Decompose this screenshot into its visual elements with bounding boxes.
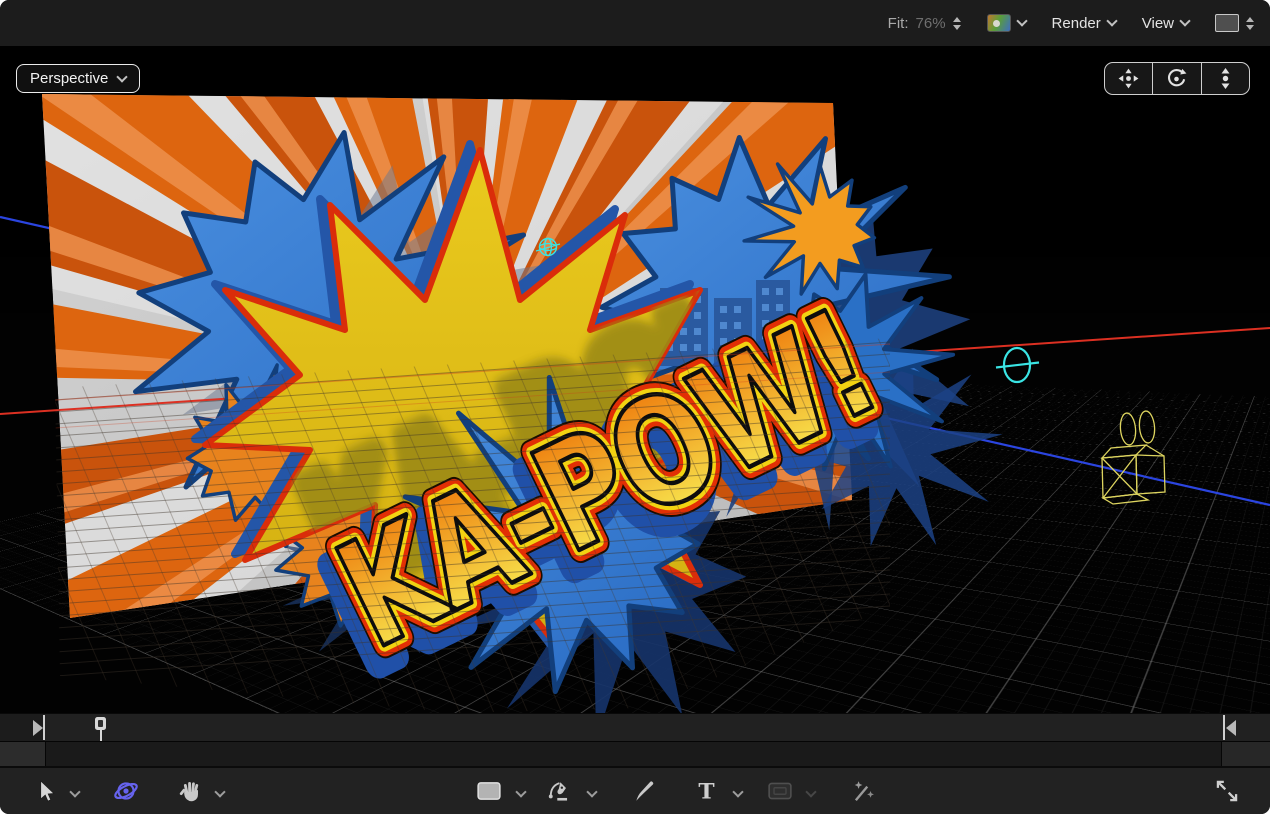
cursor-arrow-icon xyxy=(35,780,57,803)
pan-3d-icon xyxy=(1117,67,1140,90)
hand-icon xyxy=(180,780,203,803)
fit-label: Fit: xyxy=(888,15,909,32)
chevron-down-icon xyxy=(1016,15,1027,26)
selection-handle[interactable] xyxy=(996,348,1039,382)
svg-text:T: T xyxy=(698,780,714,803)
timeline-ruler[interactable] xyxy=(0,713,1270,741)
chevron-down-icon xyxy=(1106,15,1117,26)
bottom-toolbar: T xyxy=(0,766,1270,814)
chevron-down-icon xyxy=(117,71,128,82)
camera-menu-label: Perspective xyxy=(30,70,108,87)
transform-3d-icon xyxy=(112,778,140,804)
zoom-value: 76% xyxy=(916,15,946,32)
bezier-pen-icon xyxy=(548,779,573,803)
view-menu[interactable]: View xyxy=(1142,15,1189,32)
orbit-3d-icon xyxy=(1165,67,1188,90)
pan-hand-tool-button[interactable] xyxy=(180,780,203,803)
view-menu-label: View xyxy=(1142,15,1174,32)
render-menu[interactable]: Render xyxy=(1052,15,1116,32)
rectangle-mask-tool-button[interactable] xyxy=(768,781,793,801)
layout-stepper-icon[interactable] xyxy=(1246,17,1254,30)
render-menu-label: Render xyxy=(1052,15,1101,32)
expand-view-button[interactable] xyxy=(1215,779,1240,804)
expand-diagonal-icon xyxy=(1215,779,1240,804)
color-swatch-icon xyxy=(987,14,1011,32)
bezier-pen-tool-button[interactable] xyxy=(548,779,573,803)
select-tool-button[interactable] xyxy=(35,780,57,803)
paint-stroke-tool-button[interactable] xyxy=(633,779,658,804)
canvas-scene: KA-POW! KA-POW! KA-POW! KA-POW! KA-POW! … xyxy=(0,48,1270,713)
text-tool-button[interactable]: T xyxy=(695,779,717,803)
pan-3d-button[interactable] xyxy=(1105,63,1152,94)
magic-wand-icon xyxy=(852,779,877,804)
camera-menu[interactable]: Perspective xyxy=(16,64,140,93)
rectangle-mask-icon xyxy=(768,781,793,801)
color-display-control[interactable] xyxy=(987,14,1026,32)
chevron-down-icon[interactable] xyxy=(586,786,597,797)
camera-wireframe[interactable] xyxy=(1102,410,1165,504)
playhead-stem xyxy=(100,729,102,741)
zoom-stepper-icon[interactable] xyxy=(953,17,961,30)
rectangle-shape-tool-button[interactable] xyxy=(477,781,502,801)
orbit-3d-button[interactable] xyxy=(1152,63,1200,94)
out-point-marker[interactable] xyxy=(1223,715,1225,740)
motion-window: Fit: 76% Render View xyxy=(0,0,1270,814)
chevron-down-icon[interactable] xyxy=(69,786,80,797)
text-tool-icon: T xyxy=(695,779,717,803)
paint-brush-icon xyxy=(633,779,658,804)
timeline-scrollbar[interactable] xyxy=(45,742,1222,766)
dolly-3d-button[interactable] xyxy=(1201,63,1249,94)
canvas-layout-control[interactable] xyxy=(1215,14,1254,32)
chevron-down-icon xyxy=(1179,15,1190,26)
out-point-arrow-icon xyxy=(1226,720,1236,736)
dolly-3d-icon xyxy=(1214,67,1237,90)
rectangle-shape-icon xyxy=(477,781,502,801)
timeline-scroll-strip xyxy=(0,741,1270,766)
chevron-down-icon[interactable] xyxy=(515,786,526,797)
canvas-viewport[interactable]: KA-POW! KA-POW! KA-POW! KA-POW! KA-POW! … xyxy=(0,48,1270,713)
in-point-arrow-icon xyxy=(33,720,43,736)
transform-3d-tool-button[interactable] xyxy=(112,778,140,804)
adjust-item-tool-button[interactable] xyxy=(852,779,877,804)
chevron-down-icon[interactable] xyxy=(214,786,225,797)
chevron-down-icon[interactable] xyxy=(732,786,743,797)
view-tools-group xyxy=(1104,62,1250,95)
top-toolbar: Fit: 76% Render View xyxy=(0,0,1270,48)
scroll-strip-left xyxy=(0,742,45,766)
canvas-layout-icon xyxy=(1215,14,1239,32)
chevron-down-icon xyxy=(805,786,816,797)
zoom-control[interactable]: Fit: 76% xyxy=(888,15,961,32)
in-point-marker[interactable] xyxy=(43,715,45,740)
scroll-strip-right xyxy=(1222,742,1270,766)
